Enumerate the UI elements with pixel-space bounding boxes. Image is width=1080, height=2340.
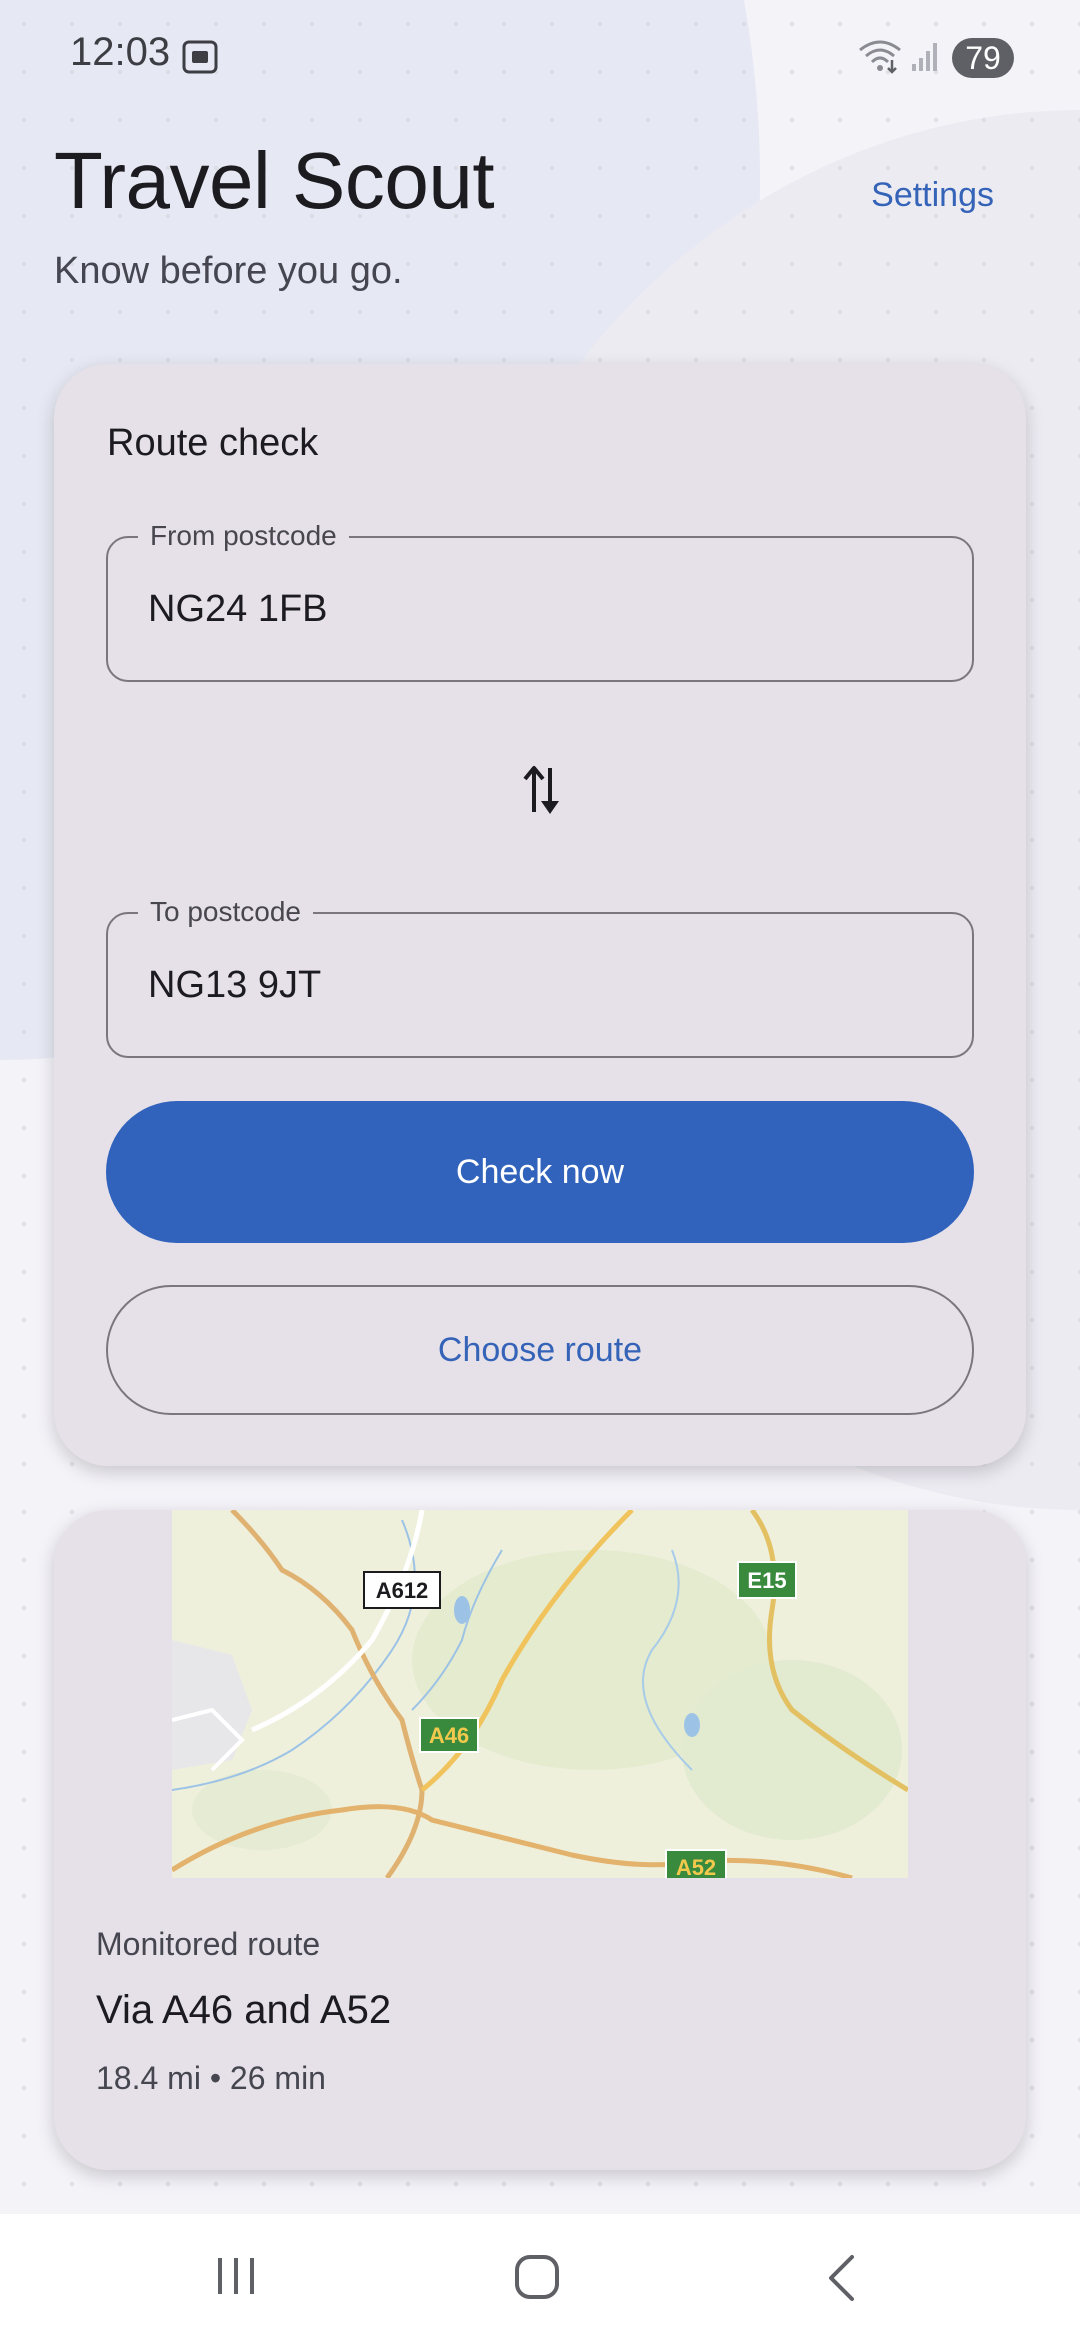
monitored-route-meta: 18.4 mi • 26 min xyxy=(96,2060,326,2096)
road-label-e15-text: E15 xyxy=(747,1568,786,1593)
monitored-route-name: Via A46 and A52 xyxy=(96,1988,392,2032)
system-nav-bar xyxy=(0,2214,1080,2340)
to-postcode-label: To postcode xyxy=(138,892,313,932)
to-postcode-field[interactable]: To postcode xyxy=(106,892,974,1058)
recents-icon[interactable] xyxy=(214,2256,258,2296)
screenshot-icon xyxy=(182,40,218,74)
to-postcode-input[interactable] xyxy=(148,964,928,1007)
road-label-a46-text: A46 xyxy=(429,1723,469,1748)
from-postcode-field[interactable]: From postcode xyxy=(106,516,974,682)
road-label-a46: A46 xyxy=(419,1717,479,1753)
home-icon[interactable] xyxy=(514,2254,560,2300)
route-map[interactable]: A612 E15 A46 A52 xyxy=(172,1510,908,1878)
back-icon[interactable] xyxy=(826,2254,856,2302)
road-label-a52: A52 xyxy=(665,1849,727,1878)
monitored-route-label: Monitored route xyxy=(96,1926,321,1962)
status-bar: 12:03 79 xyxy=(0,0,1080,120)
route-check-title: Route check xyxy=(107,422,319,464)
from-postcode-label: From postcode xyxy=(138,516,349,556)
settings-button[interactable]: Settings xyxy=(871,176,994,215)
signal-icon xyxy=(912,43,937,71)
choose-route-button[interactable]: Choose route xyxy=(106,1285,974,1415)
wifi-icon xyxy=(859,40,901,74)
road-label-e15: E15 xyxy=(737,1561,797,1599)
road-label-a612-text: A612 xyxy=(376,1578,429,1603)
route-check-card: Route check From postcode To postcode Ch… xyxy=(54,364,1026,1466)
swap-vertical-icon[interactable] xyxy=(520,762,564,818)
status-time: 12:03 xyxy=(70,30,171,74)
road-label-a52-text: A52 xyxy=(676,1855,716,1878)
app-tagline: Know before you go. xyxy=(54,250,403,292)
check-now-button[interactable]: Check now xyxy=(106,1101,974,1243)
battery-indicator: 79 xyxy=(952,38,1014,78)
from-postcode-input[interactable] xyxy=(148,588,928,631)
monitored-route-card[interactable]: A612 E15 A46 A52 Monitored route Via A46… xyxy=(54,1510,1026,2170)
road-label-a612: A612 xyxy=(363,1571,441,1609)
app-title: Travel Scout xyxy=(54,136,495,225)
